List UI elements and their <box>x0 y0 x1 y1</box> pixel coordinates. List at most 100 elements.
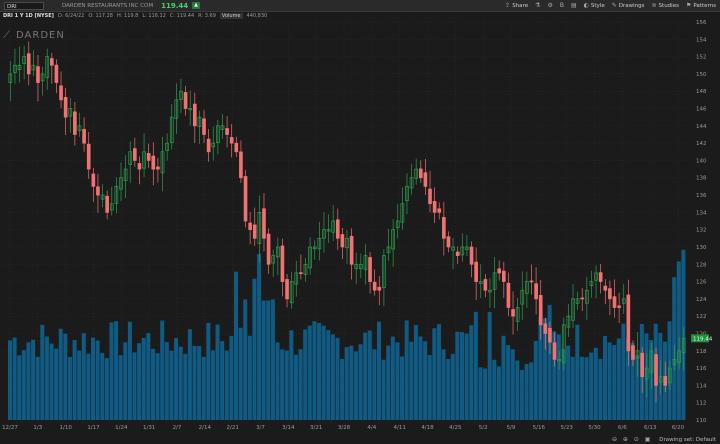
y-tick-label: 116 <box>696 366 707 372</box>
symbol-input[interactable]: DRI <box>4 1 44 10</box>
volume-bar <box>533 340 538 420</box>
candle-body <box>543 323 548 334</box>
volume-bar <box>612 344 617 420</box>
volume-bar <box>114 321 119 420</box>
volume-bar <box>409 341 414 420</box>
volume-value: 440,830 <box>246 13 268 19</box>
volume-bar <box>206 322 211 420</box>
status-bar: ⊖ ⊕ ⊙ ▣ Drawing set: Default <box>0 435 720 444</box>
volume-bar <box>501 335 506 420</box>
volume-bar <box>404 320 409 420</box>
candle-body <box>36 66 40 83</box>
bold-button[interactable]: B <box>560 2 564 9</box>
candle-body <box>86 143 91 170</box>
volume-bar <box>280 349 285 420</box>
flask-button[interactable]: ⚗ <box>535 2 540 9</box>
drawings-button[interactable]: ✎ Drawings <box>612 2 645 9</box>
volume-bar <box>8 340 13 420</box>
volume-bar <box>469 325 474 420</box>
volume-bar <box>496 366 501 420</box>
volume-bar <box>321 325 326 420</box>
volume-bar <box>169 350 174 420</box>
y-tick-label: 132 <box>696 228 707 234</box>
gear-button[interactable]: ⚙ <box>547 2 552 9</box>
candle-body <box>432 201 437 213</box>
bold-icon: B <box>559 2 564 9</box>
patterns-icon: ⚑ <box>685 2 692 9</box>
last-price: 119.44 <box>161 1 189 10</box>
volume-bar <box>257 254 262 420</box>
volume-bar <box>183 353 188 420</box>
candle-body <box>192 103 197 127</box>
volume-bar <box>197 345 202 420</box>
price-chart[interactable]: 1101121141161181201221241261281301321341… <box>0 20 720 434</box>
volume-bar <box>54 348 59 420</box>
volume-bar <box>164 342 169 420</box>
x-tick-label: 5/16 <box>533 425 546 431</box>
y-tick-label: 150 <box>696 72 707 78</box>
candle-body <box>26 53 31 75</box>
date-label: D: 6/24/22 <box>57 13 85 19</box>
volume-bar <box>247 335 252 420</box>
x-tick-label: 4/4 <box>367 425 376 431</box>
candle-body <box>626 294 631 352</box>
volume-bar <box>510 349 515 420</box>
zoom-controls[interactable]: ⊖ ⊕ ⊙ ▣ <box>612 436 652 443</box>
y-tick-label: 112 <box>696 401 707 407</box>
x-tick-label: 5/2 <box>479 425 488 431</box>
x-tick-label: 4/18 <box>421 425 434 431</box>
last-price-tag-label: 119.44 <box>693 336 713 342</box>
patterns-button[interactable]: ⚑ Patterns <box>686 2 716 9</box>
volume-bar <box>367 330 372 420</box>
candle-body <box>91 173 96 187</box>
candle-body <box>335 219 340 239</box>
volume-bar <box>178 346 183 420</box>
volume-bar <box>261 300 266 420</box>
y-tick-label: 138 <box>696 176 707 182</box>
volume-bar <box>464 333 469 420</box>
candle-body <box>234 142 239 153</box>
volume-bar <box>566 345 571 420</box>
volume-bar <box>358 344 363 420</box>
volume-bar <box>616 338 621 420</box>
candle-body <box>280 245 285 282</box>
candle-body <box>229 137 234 144</box>
candle-body <box>580 297 585 300</box>
pencil-icon: ✎ <box>611 2 617 9</box>
candle-body <box>418 168 423 179</box>
volume-bar <box>326 330 331 420</box>
volume-bar <box>307 325 312 420</box>
chart-symbol-label: DRI 1 Y 1D [NYSE] <box>3 13 54 19</box>
volume-bar <box>192 345 197 420</box>
candle-body <box>299 272 303 274</box>
share-button[interactable]: ⇪ Share <box>505 2 528 9</box>
candle-body <box>96 186 100 196</box>
save-button[interactable]: ▤ <box>571 2 577 9</box>
candle-body <box>474 261 478 282</box>
volume-bar <box>174 338 179 420</box>
candle-body <box>262 208 266 239</box>
volume-bar <box>515 360 520 420</box>
volume-bar <box>123 342 128 420</box>
volume-bar <box>303 329 308 420</box>
x-tick-label: 3/21 <box>310 425 322 431</box>
volume-bar <box>432 328 437 420</box>
candle-body <box>631 345 635 360</box>
volume-bar <box>478 367 483 420</box>
candle-body <box>133 148 137 161</box>
range-label: R: 3.69 <box>198 13 216 19</box>
candle-body <box>428 188 432 205</box>
volume-bar <box>21 350 26 420</box>
style-button[interactable]: ◐ Style <box>584 2 605 9</box>
volume-bar <box>524 363 529 420</box>
volume-bar <box>584 357 589 420</box>
close-label: C: 119.44 <box>169 13 195 19</box>
x-tick-label: 3/14 <box>282 425 295 431</box>
volume-bar <box>589 352 594 420</box>
studies-button[interactable]: ≋ Studies <box>652 2 679 9</box>
candle-body <box>202 118 206 135</box>
volume-bar <box>487 311 492 420</box>
x-tick-label: 2/7 <box>173 425 182 431</box>
toolbar-button-label: Drawings <box>618 2 645 9</box>
volume-bar <box>150 348 155 420</box>
